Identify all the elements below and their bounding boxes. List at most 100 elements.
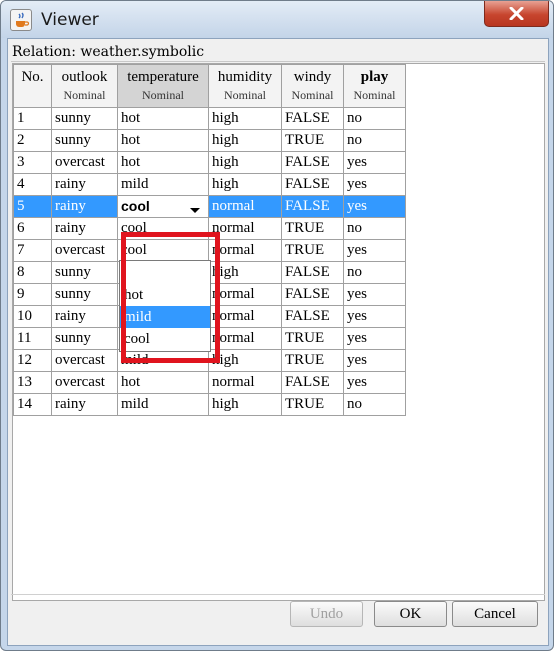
cell-humidity[interactable]: normal xyxy=(208,239,282,262)
cell-no[interactable]: 2 xyxy=(13,129,52,152)
close-button[interactable] xyxy=(484,1,549,27)
cell-outlook[interactable]: sunny xyxy=(51,327,118,350)
table-row[interactable]: 4 rainy mild high FALSE yes xyxy=(13,173,406,196)
dropdown-option-cool[interactable]: cool xyxy=(120,328,210,350)
cell-outlook[interactable]: rainy xyxy=(51,305,118,328)
cell-no[interactable]: 7 xyxy=(13,239,52,262)
dropdown-option-mild[interactable]: mild xyxy=(120,306,210,328)
table-row[interactable]: 1 sunny hot high FALSE no xyxy=(13,107,406,130)
dropdown-arrow-icon[interactable] xyxy=(190,208,200,213)
cell-no[interactable]: 4 xyxy=(13,173,52,196)
cell-outlook[interactable]: rainy xyxy=(51,195,118,218)
cell-temperature[interactable]: cool xyxy=(117,239,209,262)
cell-no[interactable]: 14 xyxy=(13,393,52,416)
cell-humidity[interactable]: normal xyxy=(208,327,282,350)
cell-no[interactable]: 9 xyxy=(13,283,52,306)
cell-windy[interactable]: FALSE xyxy=(281,371,344,394)
table-row[interactable]: 7 overcast cool normal TRUE yes xyxy=(13,239,406,262)
cell-play[interactable]: yes xyxy=(343,239,406,262)
cell-no[interactable]: 6 xyxy=(13,217,52,240)
cell-temperature[interactable]: hot xyxy=(117,151,209,174)
cell-windy[interactable]: TRUE xyxy=(281,393,344,416)
cell-play[interactable]: yes xyxy=(343,371,406,394)
cell-play[interactable]: no xyxy=(343,261,406,284)
column-header-windy[interactable]: windy Nominal xyxy=(281,64,344,108)
cell-no[interactable]: 12 xyxy=(13,349,52,372)
cell-outlook[interactable]: rainy xyxy=(51,393,118,416)
cell-humidity[interactable]: high xyxy=(208,261,282,284)
cancel-button[interactable]: Cancel xyxy=(452,601,538,627)
cell-windy[interactable]: FALSE xyxy=(281,107,344,130)
cell-humidity[interactable]: high xyxy=(208,151,282,174)
cell-windy[interactable]: FALSE xyxy=(281,283,344,306)
cell-temperature-editor[interactable]: cool xyxy=(117,195,209,218)
cell-play[interactable]: no xyxy=(343,129,406,152)
cell-windy[interactable]: TRUE xyxy=(281,239,344,262)
cell-play[interactable]: yes xyxy=(343,173,406,196)
column-header-outlook[interactable]: outlook Nominal xyxy=(51,64,118,108)
cell-outlook[interactable]: sunny xyxy=(51,129,118,152)
table-row[interactable]: 14 rainy mild high TRUE no xyxy=(13,393,406,416)
cell-play[interactable]: no xyxy=(343,217,406,240)
cell-no[interactable]: 1 xyxy=(13,107,52,130)
cell-humidity[interactable]: normal xyxy=(208,283,282,306)
table-row[interactable]: 2 sunny hot high TRUE no xyxy=(13,129,406,152)
temperature-dropdown-list[interactable]: hot mild cool xyxy=(119,260,211,352)
column-header-play[interactable]: play Nominal xyxy=(343,64,406,108)
cell-humidity[interactable]: normal xyxy=(208,371,282,394)
cell-no[interactable]: 10 xyxy=(13,305,52,328)
cell-outlook[interactable]: overcast xyxy=(51,371,118,394)
column-header-temperature[interactable]: temperature Nominal xyxy=(117,64,209,108)
cell-windy[interactable]: FALSE xyxy=(281,151,344,174)
cell-temperature[interactable]: mild xyxy=(117,393,209,416)
cell-play[interactable]: yes xyxy=(343,283,406,306)
cell-windy[interactable]: FALSE xyxy=(281,195,344,218)
table-row[interactable]: 12 overcast mild high TRUE yes xyxy=(13,349,406,372)
table-row[interactable]: 13 overcast hot normal FALSE yes xyxy=(13,371,406,394)
cell-no[interactable]: 8 xyxy=(13,261,52,284)
cell-no[interactable]: 11 xyxy=(13,327,52,350)
cell-windy[interactable]: FALSE xyxy=(281,173,344,196)
table-row-selected[interactable]: 5 rainy cool normal FALSE yes xyxy=(13,195,406,218)
ok-button[interactable]: OK xyxy=(374,601,447,627)
cell-temperature[interactable]: cool xyxy=(117,217,209,240)
dropdown-option-blank[interactable] xyxy=(120,261,210,284)
cell-windy[interactable]: FALSE xyxy=(281,305,344,328)
cell-no[interactable]: 13 xyxy=(13,371,52,394)
cell-windy[interactable]: TRUE xyxy=(281,349,344,372)
cell-play[interactable]: yes xyxy=(343,305,406,328)
data-table-viewport[interactable]: No. outlook Nominal temperature Nominal hu… xyxy=(12,63,545,601)
cell-play[interactable]: yes xyxy=(343,327,406,350)
cell-play[interactable]: yes xyxy=(343,195,406,218)
cell-humidity[interactable]: high xyxy=(208,393,282,416)
cell-temperature[interactable]: mild xyxy=(117,349,209,372)
cell-humidity[interactable]: high xyxy=(208,107,282,130)
cell-temperature[interactable]: hot xyxy=(117,107,209,130)
cell-humidity[interactable]: normal xyxy=(208,217,282,240)
cell-humidity[interactable]: normal xyxy=(208,305,282,328)
cell-windy[interactable]: TRUE xyxy=(281,217,344,240)
cell-play[interactable]: no xyxy=(343,107,406,130)
cell-humidity[interactable]: high xyxy=(208,129,282,152)
title-bar[interactable]: Viewer xyxy=(1,1,553,38)
table-row[interactable]: 6 rainy cool normal TRUE no xyxy=(13,217,406,240)
cell-outlook[interactable]: sunny xyxy=(51,283,118,306)
cell-windy[interactable]: TRUE xyxy=(281,129,344,152)
column-header-humidity[interactable]: humidity Nominal xyxy=(208,64,282,108)
cell-humidity[interactable]: high xyxy=(208,173,282,196)
cell-outlook[interactable]: overcast xyxy=(51,239,118,262)
cell-outlook[interactable]: sunny xyxy=(51,107,118,130)
column-header-no[interactable]: No. xyxy=(13,64,52,108)
cell-play[interactable]: yes xyxy=(343,151,406,174)
cell-play[interactable]: no xyxy=(343,393,406,416)
cell-humidity[interactable]: high xyxy=(208,349,282,372)
table-row[interactable]: 3 overcast hot high FALSE yes xyxy=(13,151,406,174)
cell-temperature[interactable]: hot xyxy=(117,129,209,152)
dropdown-option-hot[interactable]: hot xyxy=(120,284,210,306)
cell-windy[interactable]: FALSE xyxy=(281,261,344,284)
undo-button[interactable]: Undo xyxy=(290,601,363,627)
temperature-combobox[interactable]: cool xyxy=(119,197,208,217)
cell-outlook[interactable]: rainy xyxy=(51,217,118,240)
cell-no[interactable]: 3 xyxy=(13,151,52,174)
cell-temperature[interactable]: hot xyxy=(117,371,209,394)
